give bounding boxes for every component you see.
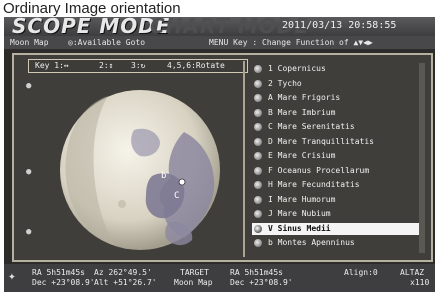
menu-key-hint: MENU Key : Change Function of ▲▼◀▶ bbox=[209, 38, 373, 47]
feature-label: V Sinus Medii bbox=[268, 223, 331, 233]
status-bar: ✦ RA 5h51m45s Az 262°49.5' Dec +23°08.9'… bbox=[4, 264, 435, 292]
goto-available-icon bbox=[254, 152, 262, 160]
crater-marker bbox=[178, 178, 186, 186]
telescope-controller-screen: SCOPE MODE CHART MODE 2011/03/13 20:58:5… bbox=[4, 17, 435, 292]
feature-list-item[interactable]: A Mare Frigoris bbox=[252, 92, 424, 104]
telescope-icon: ✦ bbox=[8, 269, 16, 284]
target-ra: RA 5h51m45s bbox=[230, 268, 283, 277]
goto-available-icon bbox=[254, 166, 262, 175]
datetime-readout: 2011/03/13 20:58:55 bbox=[282, 20, 397, 31]
goto-available-icon bbox=[254, 195, 262, 204]
edge-marker-top: ● bbox=[26, 81, 32, 91]
feature-label: J Mare Nubium bbox=[268, 209, 331, 218]
feature-label: H Mare Fecunditatis bbox=[268, 180, 360, 189]
goto-available-icon bbox=[254, 210, 262, 218]
key456-rotate-hint: 4,5,6:Rotate bbox=[167, 61, 225, 70]
target-source: Moon Map bbox=[174, 278, 213, 287]
feature-list-item[interactable]: B Mare Imbrium bbox=[252, 107, 424, 119]
status-dec: Dec +23°08.9' bbox=[32, 278, 95, 287]
feature-list-item[interactable]: E Mare Crisium bbox=[252, 150, 424, 162]
goto-available-icon bbox=[254, 108, 262, 117]
goto-available-icon bbox=[254, 94, 262, 102]
feature-list-item[interactable]: 2 Tycho bbox=[252, 78, 424, 90]
key2-pan-hint: 2:↕ bbox=[99, 61, 114, 70]
feature-list-item[interactable]: H Mare Fecunditatis bbox=[252, 179, 424, 191]
feature-label: A Mare Frigoris bbox=[268, 93, 341, 102]
feature-list-item[interactable]: b Montes Apenninus bbox=[252, 237, 424, 249]
feature-list-item[interactable]: 1 Copernicus bbox=[252, 63, 424, 75]
status-alt: Alt +51°26.7' bbox=[94, 278, 157, 287]
goto-available-icon bbox=[254, 137, 262, 146]
edge-marker-middle: ● bbox=[26, 167, 32, 177]
feature-list-item[interactable]: I Mare Humorum bbox=[252, 194, 424, 206]
panel-divider bbox=[243, 61, 245, 257]
moon-map-view[interactable]: b C bbox=[34, 72, 246, 257]
feature-list-item[interactable]: V Sinus Medii bbox=[252, 222, 424, 235]
feature-label: I Mare Humorum bbox=[268, 194, 336, 204]
feature-list-item[interactable]: D Mare Tranquillitatis bbox=[252, 136, 424, 148]
feature-label: E Mare Crisium bbox=[268, 151, 336, 160]
feature-list-item[interactable]: C Mare Serenitatis bbox=[252, 121, 424, 133]
feature-label: C Mare Serenitatis bbox=[268, 122, 355, 131]
moon-map-label: Moon Map bbox=[10, 38, 49, 47]
feature-label: D Mare Tranquillitatis bbox=[268, 136, 374, 146]
key3-rotate-hint: 3:↻ bbox=[131, 61, 146, 70]
moon-map-panel: Key 1:↔ 2:↕ 3:↻ 4,5,6:Rotate ● ● ● b C 1… bbox=[12, 53, 433, 262]
target-dec: Dec +23°08.9' bbox=[230, 278, 293, 287]
key1-pan-hint: Key 1:↔ bbox=[35, 61, 69, 70]
key-hint-bar: Key 1:↔ 2:↕ 3:↻ 4,5,6:Rotate bbox=[28, 59, 248, 73]
mount-mode: ALTAZ bbox=[400, 268, 425, 277]
feature-label: B Mare Imbrium bbox=[268, 107, 336, 117]
mode-bar: SCOPE MODE CHART MODE 2011/03/13 20:58:5… bbox=[4, 17, 435, 38]
status-az: Az 262°49.5' bbox=[94, 268, 152, 277]
edge-marker-bottom: ● bbox=[26, 227, 32, 237]
moon-map-graphic: b C bbox=[60, 90, 220, 250]
feature-label: 1 Copernicus bbox=[268, 64, 326, 73]
menu-bar: Moon Map ◎:Available Goto MENU Key : Cha… bbox=[4, 36, 435, 49]
feature-label: 2 Tycho bbox=[268, 78, 302, 88]
align-count: Align:0 bbox=[344, 268, 378, 277]
feature-list-item[interactable]: J Mare Nubium bbox=[252, 208, 424, 220]
goto-available-icon bbox=[254, 65, 262, 73]
scope-mode-tab[interactable]: SCOPE MODE bbox=[12, 17, 171, 38]
feature-list-item[interactable]: F Oceanus Procellarum bbox=[252, 165, 424, 177]
goto-available-icon bbox=[254, 239, 262, 247]
available-goto-label: ◎:Available Goto bbox=[68, 38, 146, 47]
crater-small bbox=[118, 200, 126, 208]
goto-available-icon bbox=[254, 79, 262, 88]
feature-list-scrollbar[interactable] bbox=[419, 63, 425, 253]
goto-available-icon bbox=[254, 123, 262, 131]
image-caption: Ordinary Image orientation bbox=[3, 0, 181, 17]
feature-label: b Montes Apenninus bbox=[268, 238, 355, 247]
target-label: TARGET bbox=[180, 268, 209, 277]
moon-label-c: C bbox=[174, 191, 179, 201]
goto-available-icon bbox=[254, 181, 262, 189]
zoom-level: x110 bbox=[410, 278, 430, 287]
status-ra: RA 5h51m45s bbox=[32, 268, 85, 277]
feature-label: F Oceanus Procellarum bbox=[268, 165, 370, 175]
goto-available-icon bbox=[254, 224, 262, 233]
moon-feature-list[interactable]: 1 Copernicus 2 Tycho A Mare Frigoris B Mare… bbox=[252, 63, 426, 253]
moon-label-b: b bbox=[161, 171, 166, 181]
